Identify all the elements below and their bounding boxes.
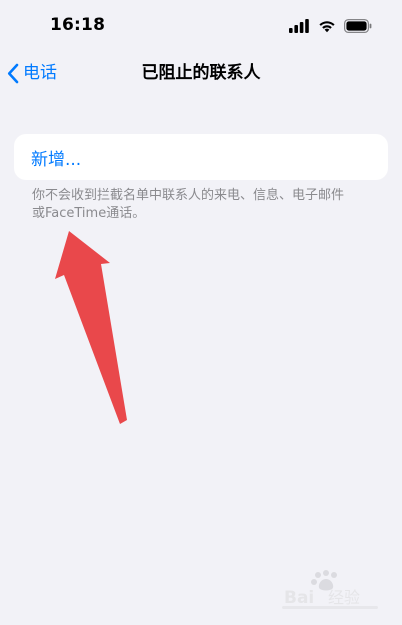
section-footer: 你不会收到拦截名单中联系人的来电、信息、电子邮件 或FaceTime通话。 <box>32 187 372 223</box>
footer-text-line-2: 或FaceTime通话。 <box>32 206 146 221</box>
battery-icon <box>344 19 372 33</box>
page-title: 已阻止的联系人 <box>141 63 261 83</box>
status-time: 16:18 <box>50 15 106 35</box>
add-new-button[interactable]: 新增... <box>31 145 81 170</box>
status-bar: 16:18 <box>0 0 402 52</box>
blocked-list-card: 新增... <box>14 134 388 180</box>
svg-text:经验: 经验 <box>328 588 360 607</box>
status-icons <box>289 16 372 36</box>
navigation-bar: 电话 已阻止的联系人 <box>0 52 402 98</box>
footer-text-line-1: 你不会收到拦截名单中联系人的来电、信息、电子邮件 <box>32 188 345 203</box>
wifi-icon <box>318 19 336 33</box>
baidu-watermark-logo: Bai 经验 <box>280 569 380 611</box>
cellular-signal-icon <box>289 19 310 33</box>
svg-text:Bai: Bai <box>284 588 314 608</box>
